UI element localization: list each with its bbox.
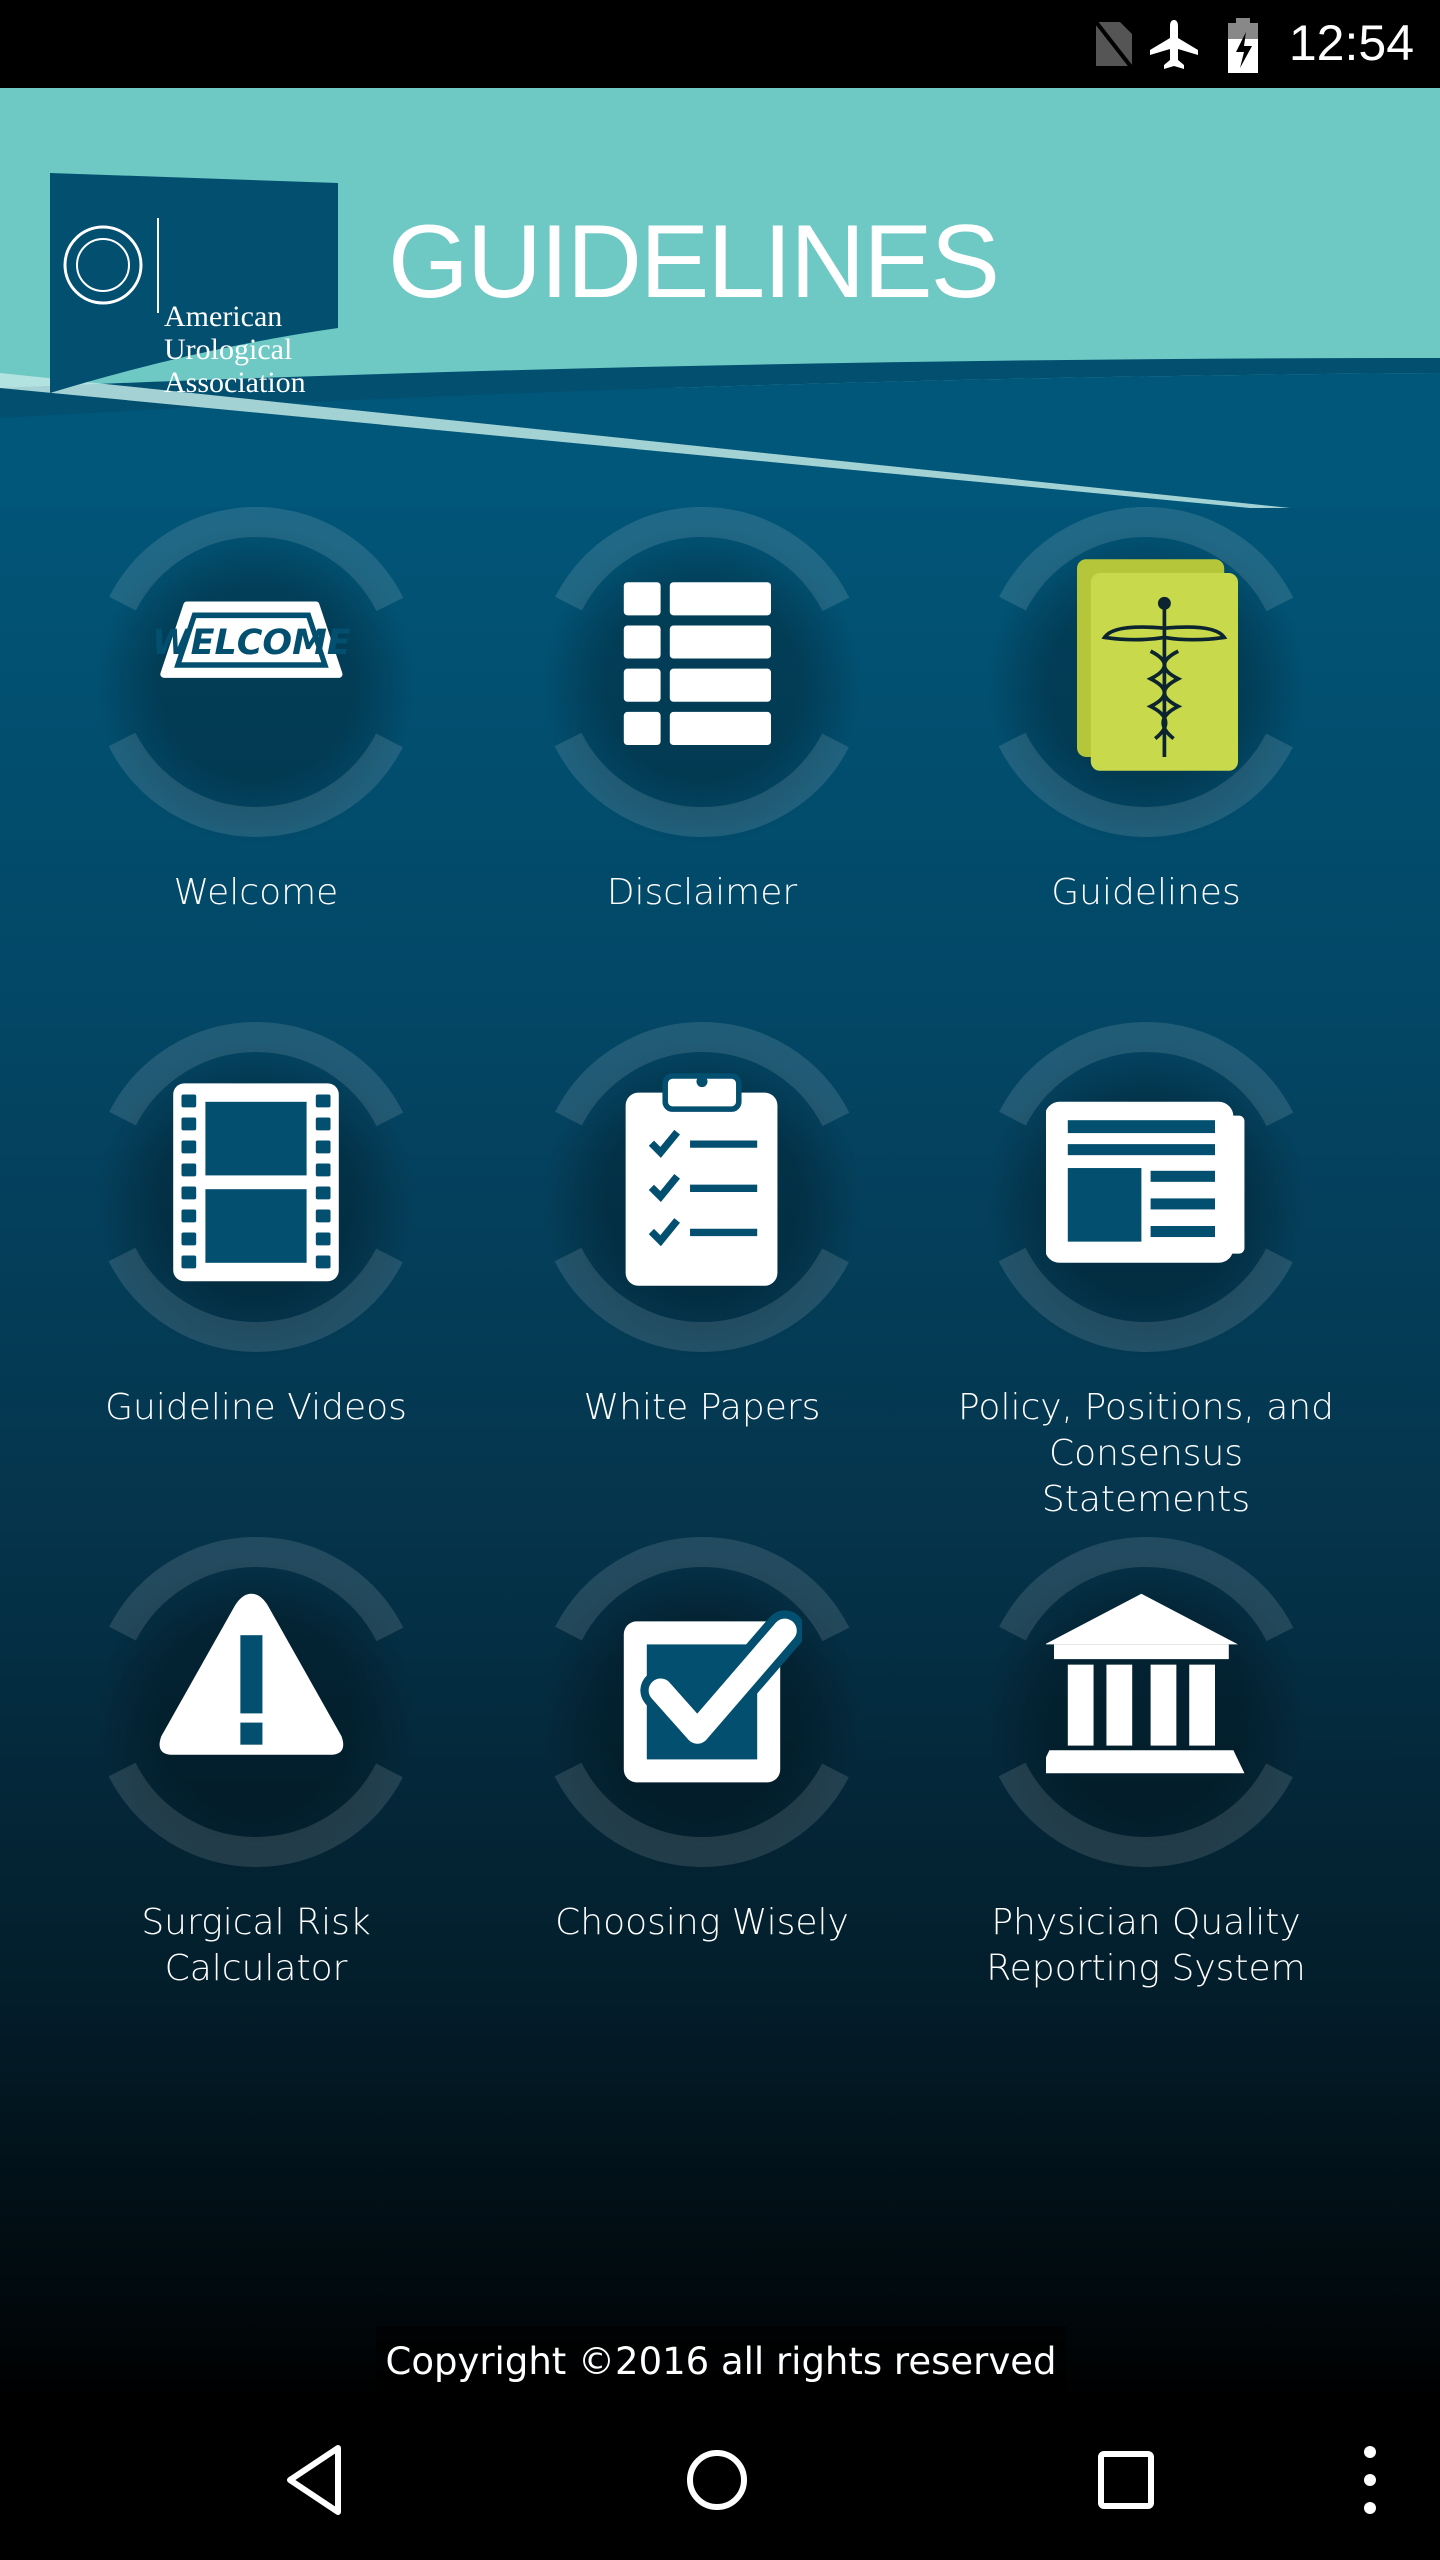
checkbox-icon (623, 1610, 802, 1783)
tile-label: Guidelines (1051, 872, 1241, 913)
list-icon (623, 582, 771, 746)
more-menu-icon[interactable] (1356, 2442, 1384, 2518)
status-bar: 12:54 (0, 0, 1440, 88)
copyright-text: Copyright ©2016 all rights reserved (376, 2326, 1066, 2398)
home-icon[interactable] (684, 2442, 750, 2518)
tile-label: White Papers (583, 1387, 821, 1428)
welcome-sign-icon: WELCOME (156, 601, 351, 678)
battery-charging-icon (1228, 18, 1258, 73)
tile-label: Welcome (173, 872, 339, 913)
logo-line: Association (164, 366, 306, 399)
page-title: GUIDELINES (388, 204, 1000, 320)
clock: 12:54 (1288, 15, 1414, 71)
logo-line: American (164, 300, 283, 333)
caduceus-icon (1077, 559, 1238, 771)
logo-line: Urological (164, 333, 293, 366)
clipboard-checklist-icon (625, 1073, 778, 1286)
film-strip-icon (173, 1083, 339, 1282)
tile-label: Disclaimer (606, 872, 798, 913)
logo-text: American Urological Association (164, 300, 306, 399)
airplane-mode-icon (1150, 20, 1198, 69)
tile-label: Guideline Videos (105, 1387, 407, 1428)
newspaper-icon (1046, 1101, 1245, 1263)
tile-label: Choosing Wisely (555, 1902, 849, 1943)
app-header: American Urological Association GUIDELIN… (0, 88, 1440, 508)
navigation-bar (0, 2400, 1440, 2560)
warning-icon (159, 1593, 344, 1755)
tile-label: Policy, Positions, and Consensus Stateme… (958, 1387, 1334, 1520)
institution-icon (1046, 1593, 1245, 1774)
no-sim-icon (1094, 20, 1134, 70)
svg-text:WELCOME: WELCOME (156, 623, 351, 663)
back-icon[interactable] (282, 2442, 348, 2518)
tile-label: Physician Quality Reporting System (986, 1902, 1306, 1989)
tile-label: Surgical Risk Calculator (141, 1902, 371, 1989)
recents-icon[interactable] (1092, 2442, 1158, 2518)
